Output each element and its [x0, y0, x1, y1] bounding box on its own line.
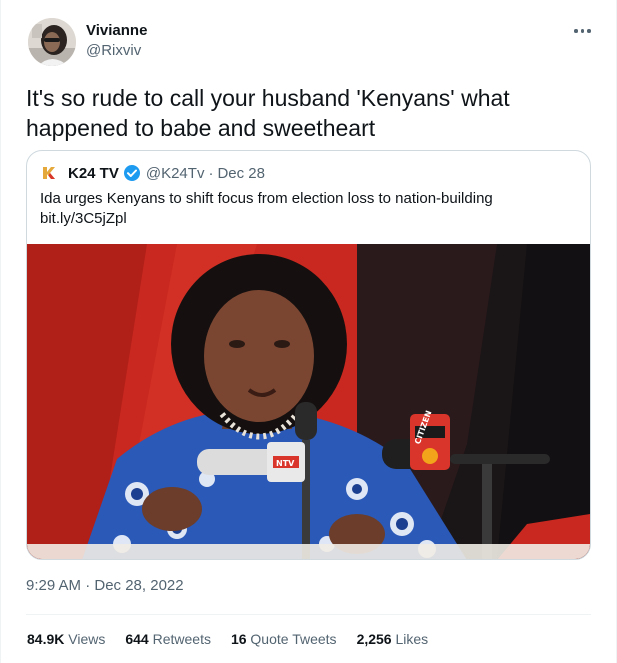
author-handle[interactable]: @Rixviv: [86, 42, 141, 59]
retweets-label: Retweets: [152, 631, 211, 647]
tweet-stats: 84.9K Views 644 Retweets 16 Quote Tweets…: [27, 631, 448, 647]
quoted-author-handle: @K24Tv: [145, 164, 205, 182]
tweet-timestamp[interactable]: 9:29 AM · Dec 28, 2022: [26, 577, 184, 594]
quoted-date: Dec 28: [217, 164, 265, 182]
views-count: 84.9K: [27, 631, 65, 647]
quoted-author-name: K24 TV: [68, 164, 119, 182]
retweets-count: 644: [125, 631, 149, 647]
quoted-header: K24 TV @K24Tv · Dec 28: [40, 163, 265, 183]
mic-label-2: NTV: [276, 459, 295, 468]
quoted-separator: ·: [208, 164, 214, 182]
more-dots-icon: [587, 29, 591, 33]
tweet-card: Vivianne @Rixviv It's so rude to call yo…: [0, 0, 617, 663]
avatar[interactable]: [28, 18, 76, 66]
verified-badge-icon: [123, 164, 141, 182]
quoted-tweet[interactable]: K24 TV @K24Tv · Dec 28 Ida urges Kenyans…: [26, 150, 591, 560]
likes-stat[interactable]: 2,256 Likes: [357, 631, 429, 647]
author-name[interactable]: Vivianne: [86, 22, 147, 39]
more-button[interactable]: [568, 18, 598, 42]
more-dots-icon: [580, 29, 584, 33]
divider: [26, 614, 591, 615]
views-label: Views: [68, 631, 106, 647]
likes-label: Likes: [395, 631, 429, 647]
quotes-label: Quote Tweets: [250, 631, 337, 647]
more-dots-icon: [574, 29, 578, 33]
views-stat[interactable]: 84.9K Views: [27, 631, 105, 647]
quoted-text: Ida urges Kenyans to shift focus from el…: [40, 189, 580, 229]
quotes-stat[interactable]: 16 Quote Tweets: [231, 631, 337, 647]
k24-logo-icon: [40, 164, 58, 182]
quoted-photo[interactable]: CITIZEN NTV: [27, 244, 590, 559]
quoted-text-line: Ida urges Kenyans to shift focus from el…: [40, 190, 493, 207]
photo-image: CITIZEN NTV: [27, 244, 590, 559]
quoted-link[interactable]: bit.ly/3C5jZpl: [40, 209, 580, 229]
avatar-image: [28, 18, 76, 66]
tweet-text: It's so rude to call your husband 'Kenya…: [26, 85, 510, 141]
quotes-count: 16: [230, 631, 247, 647]
retweets-stat[interactable]: 644 Retweets: [125, 631, 211, 647]
likes-count: 2,256: [356, 631, 392, 647]
